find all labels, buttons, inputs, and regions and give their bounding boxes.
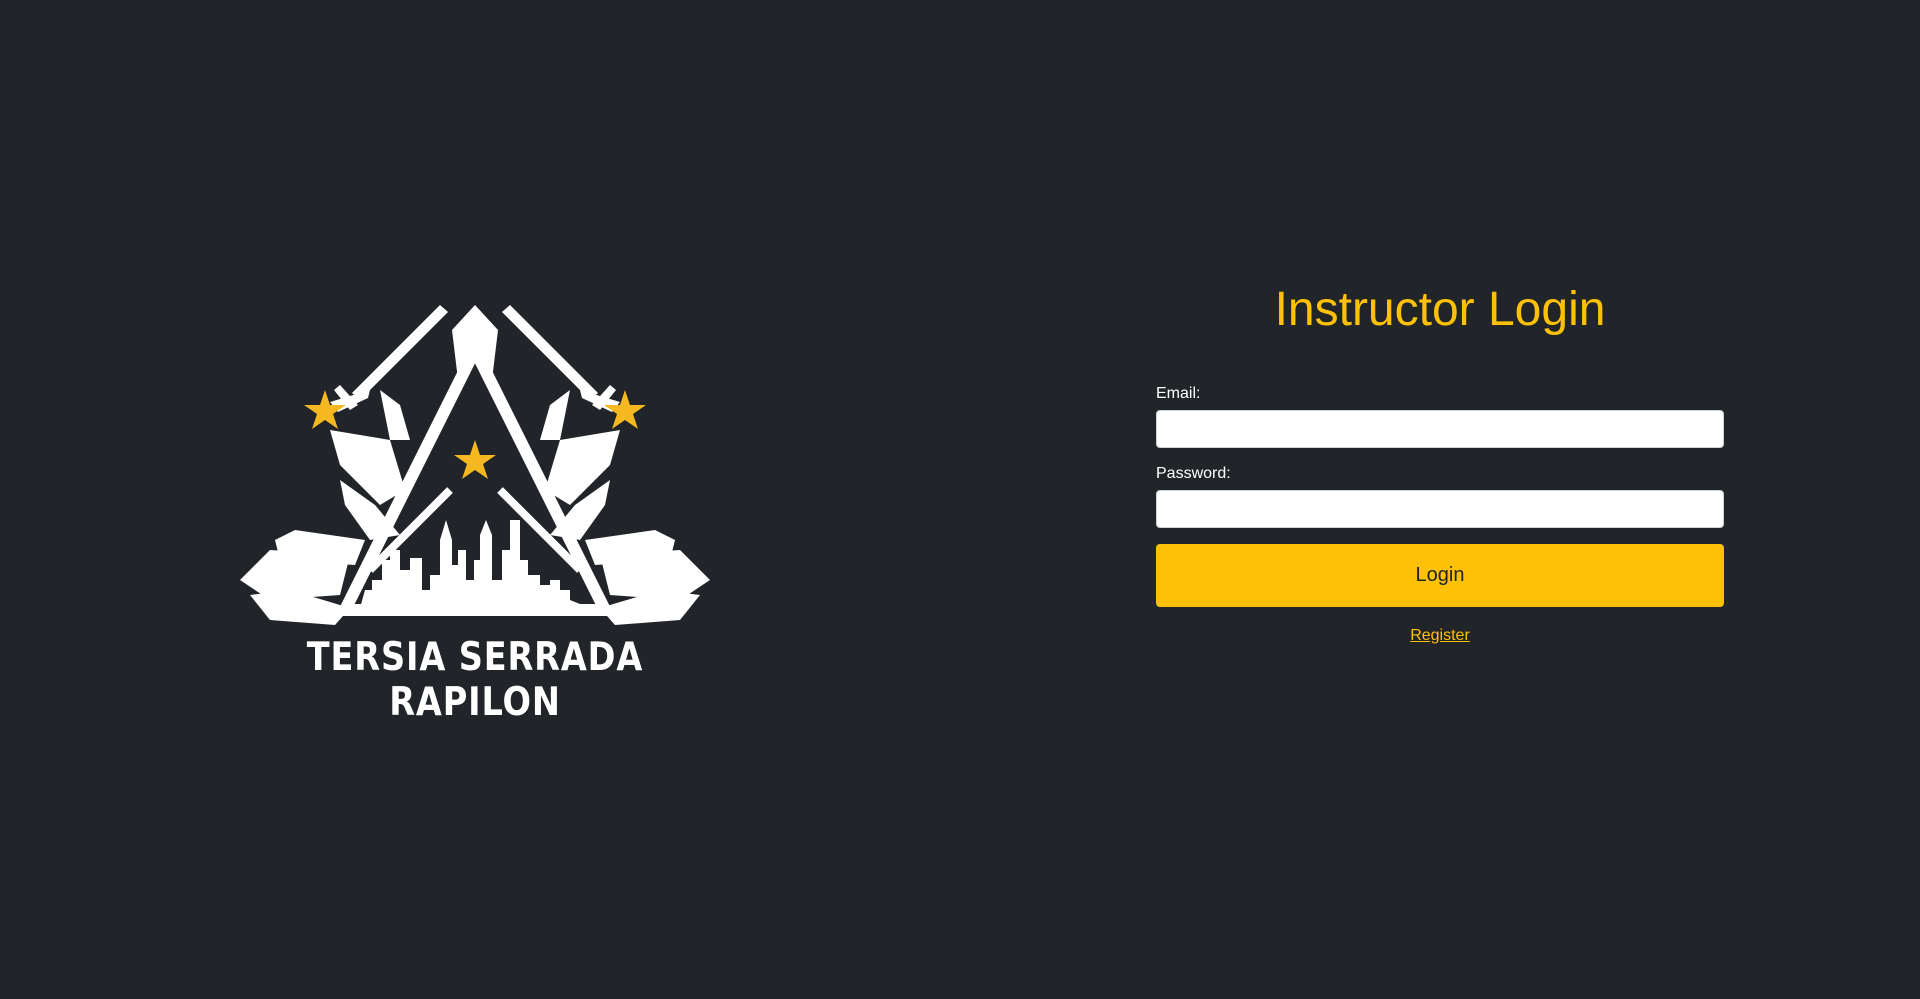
brand-logo: TERSIA SERRADA RAPILON — [230, 290, 720, 725]
crest-emblem-icon — [240, 305, 710, 625]
login-button[interactable]: Login — [1156, 544, 1724, 607]
email-field[interactable] — [1156, 410, 1724, 448]
password-label: Password: — [1156, 465, 1231, 482]
login-page: TERSIA SERRADA RAPILON Instructor Login … — [0, 0, 1920, 999]
login-form: Instructor Login Email: Password: Login … — [1156, 280, 1724, 645]
register-link[interactable]: Register — [1156, 627, 1724, 645]
star-icon — [454, 440, 496, 479]
page-title: Instructor Login — [1274, 283, 1606, 336]
email-label: Email: — [1156, 385, 1201, 402]
password-field[interactable] — [1156, 490, 1724, 528]
logo-wordmark: TERSIA SERRADA RAPILON — [306, 635, 644, 725]
